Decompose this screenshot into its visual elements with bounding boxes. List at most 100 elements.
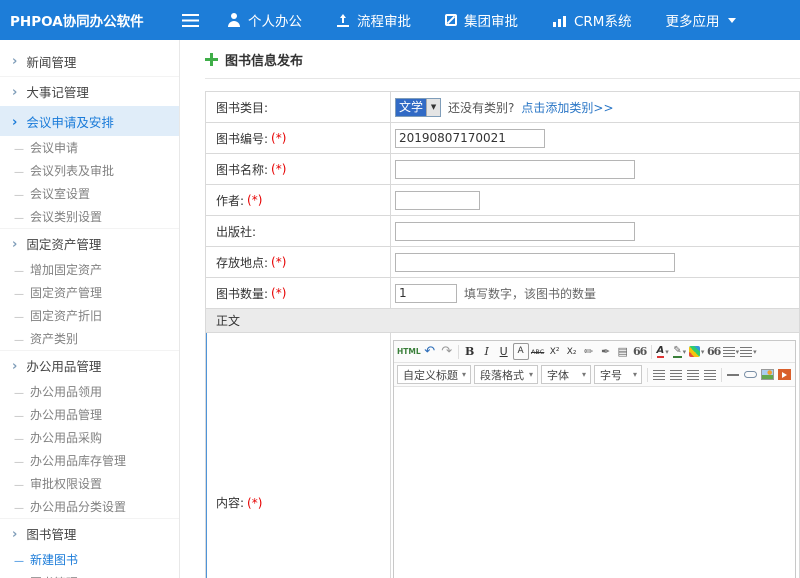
- subscript-button[interactable]: X₂: [564, 343, 580, 360]
- redo-button[interactable]: ↷: [439, 343, 455, 360]
- publisher-input[interactable]: [395, 222, 635, 241]
- sidebar-item-label: 图书管理: [30, 574, 78, 578]
- paragraph-format-label: 段落格式: [480, 367, 524, 383]
- sidebar-item-label: 会议类别设置: [30, 208, 102, 225]
- quote-button[interactable]: 66: [706, 343, 722, 360]
- required-mark: (*): [271, 286, 286, 300]
- sidebar-group-fixed-assets[interactable]: 固定资产管理: [0, 228, 179, 258]
- sidebar-item-supplies-purchase[interactable]: 办公用品采购: [0, 426, 179, 449]
- book-name-value-cell: [391, 154, 799, 184]
- quantity-input[interactable]: [395, 284, 457, 303]
- sidebar-item-supplies-management[interactable]: 办公用品管理: [0, 403, 179, 426]
- emotion-button[interactable]: [689, 343, 705, 360]
- remove-format-button[interactable]: ✏: [581, 343, 597, 360]
- sidebar-group-label: 图书管理: [26, 524, 76, 543]
- insert-media-button[interactable]: [776, 366, 792, 383]
- align-right-button[interactable]: [685, 366, 701, 383]
- link-button[interactable]: [742, 366, 758, 383]
- nav-more-apps[interactable]: 更多应用: [648, 0, 753, 40]
- sidebar-item-approval-permission-settings[interactable]: 审批权限设置: [0, 472, 179, 495]
- sidebar-item-add-fixed-asset[interactable]: 增加固定资产: [0, 258, 179, 281]
- sidebar-group-label: 大事记管理: [26, 82, 89, 101]
- publisher-label-cell: 出版社:: [206, 216, 391, 246]
- strikethrough-button[interactable]: ABC: [530, 343, 546, 360]
- editor-toolbar-row2: 自定义标题 段落格式 字体 字号: [394, 363, 795, 387]
- nav-crm-system[interactable]: CRM系统: [535, 0, 648, 40]
- nav-personal-office[interactable]: 个人办公: [210, 0, 319, 40]
- paste-plain-button[interactable]: ▤: [615, 343, 631, 360]
- sidebar-group-label: 固定资产管理: [26, 234, 101, 253]
- editor-content-area[interactable]: [394, 387, 795, 578]
- align-right-icon: [687, 370, 699, 380]
- book-name-input[interactable]: [395, 160, 635, 179]
- custom-title-select[interactable]: 自定义标题: [397, 365, 471, 384]
- nav-process-approval[interactable]: 流程审批: [319, 0, 428, 40]
- font-family-select[interactable]: 字体: [541, 365, 591, 384]
- align-left-button[interactable]: [651, 366, 667, 383]
- sidebar-group-news-management[interactable]: 新闻管理: [0, 46, 179, 76]
- sidebar-item-new-book[interactable]: 新建图书: [0, 548, 179, 571]
- sidebar-group-meeting-apply-arrange[interactable]: 会议申请及安排: [0, 106, 179, 136]
- font-border-button[interactable]: A: [513, 343, 529, 360]
- sidebar-item-meeting-list-approval[interactable]: 会议列表及审批: [0, 159, 179, 182]
- sidebar-item-supplies-inventory[interactable]: 办公用品库存管理: [0, 449, 179, 472]
- menu-toggle-button[interactable]: [170, 0, 210, 40]
- font-color-icon: A: [657, 346, 665, 358]
- align-center-button[interactable]: [668, 366, 684, 383]
- font-family-label: 字体: [547, 367, 569, 383]
- insert-image-button[interactable]: [759, 366, 775, 383]
- sidebar-item-supplies-claim[interactable]: 办公用品领用: [0, 380, 179, 403]
- italic-button[interactable]: I: [479, 343, 495, 360]
- sidebar-item-meeting-room-settings[interactable]: 会议室设置: [0, 182, 179, 205]
- sidebar-item-fixed-asset-depreciation[interactable]: 固定资产折旧: [0, 304, 179, 327]
- html-source-button[interactable]: HTML: [397, 343, 421, 360]
- blockquote-button[interactable]: 66: [632, 343, 648, 360]
- field-label: 内容:: [216, 494, 244, 511]
- location-input[interactable]: [395, 253, 675, 272]
- select-arrow-icon[interactable]: [426, 99, 440, 116]
- author-input[interactable]: [395, 191, 480, 210]
- sidebar-group-office-supplies[interactable]: 办公用品管理: [0, 350, 179, 380]
- sidebar-item-label: 固定资产折旧: [30, 307, 102, 324]
- chevron-right-icon: [12, 236, 17, 252]
- ordered-list-button[interactable]: [740, 343, 757, 360]
- dash-icon: [14, 187, 24, 201]
- sidebar-item-asset-category[interactable]: 资产类别: [0, 327, 179, 350]
- sidebar-item-label: 增加固定资产: [30, 261, 102, 278]
- sidebar-item-meeting-apply[interactable]: 会议申请: [0, 136, 179, 159]
- align-justify-button[interactable]: [702, 366, 718, 383]
- paragraph-format-select[interactable]: 段落格式: [474, 365, 538, 384]
- book-no-input[interactable]: [395, 129, 545, 148]
- superscript-button[interactable]: X²: [547, 343, 563, 360]
- dash-icon: [14, 477, 24, 491]
- book-form: 图书类目: 文学 还没有类别? 点击添加类别>> 图书编号: (*): [205, 91, 800, 578]
- sidebar-group-events-management[interactable]: 大事记管理: [0, 76, 179, 106]
- sidebar-item-book-management[interactable]: 图书管理: [0, 571, 179, 578]
- font-color-button[interactable]: A: [655, 343, 671, 360]
- add-category-link[interactable]: 点击添加类别>>: [521, 99, 613, 116]
- undo-button[interactable]: ↶: [422, 343, 438, 360]
- sidebar-item-supplies-category-settings[interactable]: 办公用品分类设置: [0, 495, 179, 518]
- bullet-list-button[interactable]: [723, 343, 740, 360]
- nav-group-approval[interactable]: 集团审批: [428, 0, 535, 40]
- location-label-cell: 存放地点: (*): [206, 247, 391, 277]
- bold-button[interactable]: B: [462, 343, 478, 360]
- sidebar-item-label: 会议室设置: [30, 185, 90, 202]
- category-value-cell: 文学 还没有类别? 点击添加类别>>: [391, 92, 799, 122]
- quantity-row: 图书数量: (*) 填写数字，该图书的数量: [206, 278, 799, 309]
- category-select[interactable]: 文学: [395, 98, 441, 117]
- sidebar-item-fixed-asset-management[interactable]: 固定资产管理: [0, 281, 179, 304]
- app-logo: PHPOA协同办公软件: [0, 10, 170, 30]
- back-color-button[interactable]: ✎: [672, 343, 688, 360]
- sidebar-item-meeting-category-settings[interactable]: 会议类别设置: [0, 205, 179, 228]
- sidebar-group-book-management[interactable]: 图书管理: [0, 518, 179, 548]
- font-size-select[interactable]: 字号: [594, 365, 642, 384]
- sidebar-item-label: 固定资产管理: [30, 284, 102, 301]
- book-no-row: 图书编号: (*): [206, 123, 799, 154]
- format-painter-button[interactable]: ✒: [598, 343, 614, 360]
- horizontal-rule-button[interactable]: [725, 366, 741, 383]
- underline-button[interactable]: U: [496, 343, 512, 360]
- align-left-icon: [653, 370, 665, 380]
- field-label: 作者:: [216, 192, 244, 209]
- sidebar-item-label: 办公用品管理: [30, 406, 102, 423]
